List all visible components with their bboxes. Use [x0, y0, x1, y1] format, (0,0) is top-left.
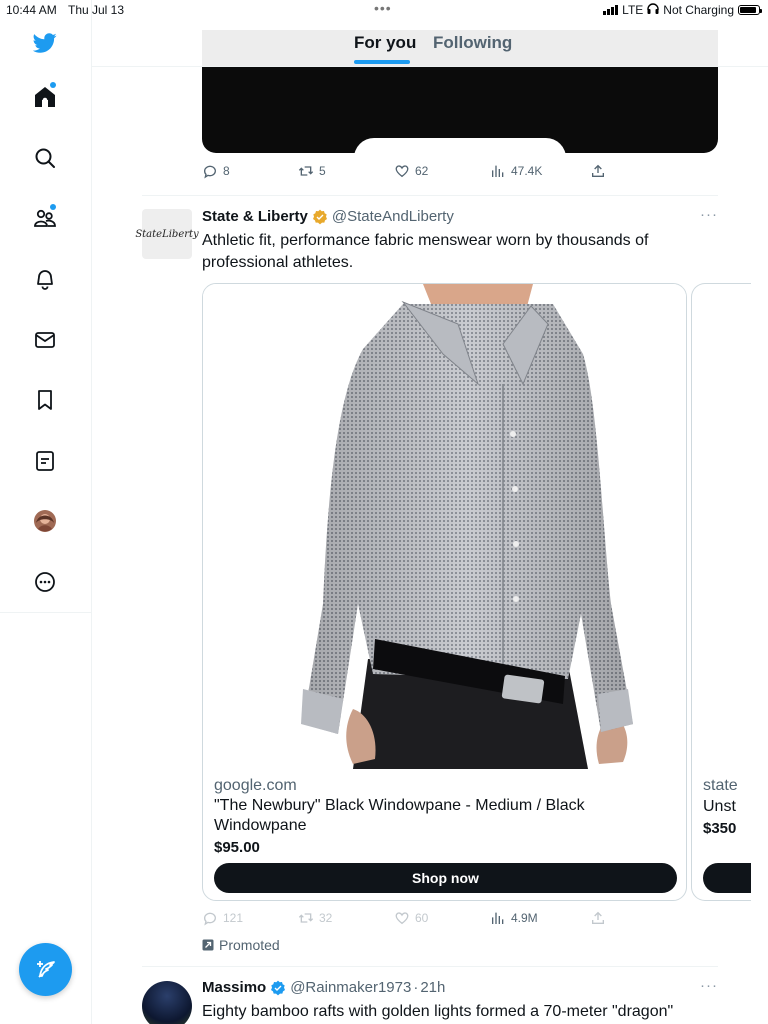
- reply-button[interactable]: 121: [202, 910, 243, 926]
- reply-count: 8: [223, 164, 230, 178]
- heart-icon: [395, 912, 409, 925]
- ad-tweet-actions: 121 32 60 4.9M: [202, 910, 622, 930]
- views-icon: [492, 165, 504, 177]
- more-icon[interactable]: [30, 567, 60, 597]
- profile-avatar[interactable]: [30, 506, 60, 536]
- like-button[interactable]: 62: [394, 163, 428, 179]
- retweet-button[interactable]: 5: [298, 163, 326, 179]
- compose-feather-icon: [36, 960, 55, 978]
- charging-label: Not Charging: [663, 3, 734, 17]
- like-count: 60: [415, 911, 429, 925]
- author-name[interactable]: Massimo: [202, 979, 266, 996]
- verified-badge-icon: [312, 209, 327, 224]
- promoted-arrow-icon: [202, 939, 214, 951]
- product-image[interactable]: [203, 284, 686, 769]
- card2-title: Unst: [703, 798, 736, 815]
- promoted-label: Promoted: [202, 937, 280, 953]
- active-tab-indicator: [354, 60, 410, 64]
- status-right: LTE Not Charging: [603, 3, 762, 17]
- author-handle[interactable]: @Rainmaker1973: [290, 979, 411, 996]
- card-price: $95.00: [214, 839, 260, 856]
- avatar[interactable]: StateLiberty: [135, 209, 199, 259]
- sidebar: [0, 0, 92, 1024]
- avatar[interactable]: [142, 981, 192, 1024]
- prev-tweet-actions: 8 5 62 47.4K: [202, 163, 622, 183]
- tweet-text: Athletic fit, performance fabric menswea…: [202, 232, 649, 271]
- tweet-divider: [142, 966, 718, 967]
- card-domain: google.com: [214, 777, 297, 794]
- views-button[interactable]: 47.4K: [490, 163, 542, 179]
- share-button[interactable]: [590, 910, 606, 926]
- tweet-more-icon[interactable]: ···: [700, 977, 718, 994]
- lists-icon[interactable]: [30, 446, 60, 476]
- product-card[interactable]: google.com "The Newbury" Black Windowpan…: [202, 283, 687, 901]
- signal-icon: [603, 5, 619, 15]
- reply-icon: [204, 165, 216, 179]
- communities-notification-dot: [50, 204, 56, 210]
- home-icon[interactable]: [30, 82, 60, 112]
- share-button[interactable]: [590, 163, 606, 179]
- views-count: 47.4K: [511, 164, 543, 178]
- share-icon: [592, 911, 604, 924]
- views-count: 4.9M: [511, 911, 538, 925]
- verified-badge-icon: [271, 980, 286, 995]
- search-icon[interactable]: [30, 143, 60, 173]
- sidebar-divider: [0, 612, 92, 613]
- separator-dot: ·: [413, 979, 419, 996]
- card-meta: google.com "The Newbury" Black Windowpan…: [214, 777, 679, 856]
- multitasking-dots-icon[interactable]: •••: [374, 0, 392, 16]
- battery-icon: [738, 5, 762, 15]
- twitter-logo-icon[interactable]: [30, 28, 60, 58]
- network-label: LTE: [622, 3, 644, 17]
- card-title: "The Newbury" Black Windowpane - Medium …: [214, 797, 585, 834]
- card2-domain: state: [703, 777, 738, 794]
- bookmarks-icon[interactable]: [30, 385, 60, 415]
- status-date: Thu Jul 13: [68, 3, 125, 17]
- like-button[interactable]: 60: [394, 910, 428, 926]
- tweet-text: Eighty bamboo rafts with golden lights f…: [202, 1003, 674, 1020]
- retweet-count: 32: [319, 911, 333, 925]
- status-bar: 10:44 AM Thu Jul 13 ••• LTE Not Charging: [0, 0, 768, 20]
- status-time: 10:44 AM: [6, 3, 57, 17]
- media-overlay-pill: [354, 138, 566, 153]
- tweet-divider: [142, 195, 718, 196]
- timeline: 8 5 62 47.4K StateLiberty State & Libert…: [135, 0, 751, 1024]
- headphones-icon: [647, 3, 659, 17]
- author-handle[interactable]: @StateAndLiberty: [332, 208, 454, 225]
- product-card-2[interactable]: state Unst $350: [691, 283, 751, 901]
- reply-button[interactable]: 8: [202, 163, 230, 179]
- author-name[interactable]: State & Liberty: [202, 208, 308, 225]
- tweet-header: Massimo @Rainmaker1973 · 21h: [202, 979, 445, 996]
- tab-for-you[interactable]: For you: [354, 33, 416, 53]
- communities-icon[interactable]: [30, 203, 60, 233]
- shop-now-button[interactable]: Shop now: [214, 863, 677, 893]
- promoted-text: Promoted: [219, 937, 280, 953]
- tweet-header: State & Liberty @StateAndLiberty: [202, 208, 454, 225]
- reply-icon: [204, 912, 216, 926]
- retweet-icon: [298, 166, 314, 176]
- timeline-tabs: For you Following: [92, 20, 768, 67]
- messages-icon[interactable]: [30, 325, 60, 355]
- home-notification-dot: [50, 82, 56, 88]
- share-icon: [592, 164, 604, 177]
- views-icon: [492, 912, 504, 924]
- notifications-icon[interactable]: [30, 264, 60, 294]
- compose-button[interactable]: [19, 943, 72, 996]
- like-count: 62: [415, 164, 429, 178]
- tweet-more-icon[interactable]: ···: [700, 206, 718, 223]
- views-button[interactable]: 4.9M: [490, 910, 538, 926]
- retweet-button[interactable]: 32: [298, 910, 332, 926]
- avatar-logo-text: StateLiberty: [135, 228, 199, 240]
- reply-count: 121: [223, 911, 244, 925]
- card2-shop-button[interactable]: [703, 863, 751, 893]
- tab-following[interactable]: Following: [433, 33, 512, 53]
- card2-price: $350: [703, 820, 737, 837]
- retweet-count: 5: [319, 164, 326, 178]
- heart-icon: [395, 165, 409, 178]
- tweet-time[interactable]: 21h: [420, 979, 445, 996]
- retweet-icon: [298, 913, 314, 923]
